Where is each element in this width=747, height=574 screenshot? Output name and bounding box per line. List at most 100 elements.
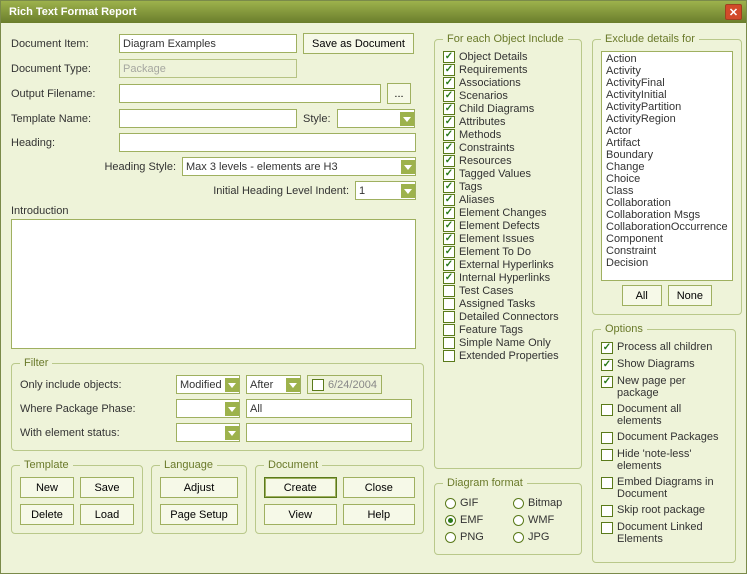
- checkbox-icon[interactable]: [443, 285, 455, 297]
- radio-icon[interactable]: [445, 498, 456, 509]
- exclude-item[interactable]: Activity: [604, 65, 730, 77]
- help-button[interactable]: Help: [343, 504, 416, 525]
- checkbox-icon[interactable]: [601, 432, 613, 444]
- checkbox-icon[interactable]: [443, 207, 455, 219]
- include-item[interactable]: Feature Tags: [443, 324, 573, 336]
- close-icon[interactable]: ✕: [725, 4, 742, 20]
- include-item[interactable]: Object Details: [443, 51, 573, 63]
- checkbox-icon[interactable]: [443, 116, 455, 128]
- checkbox-icon[interactable]: [443, 142, 455, 154]
- checkbox-icon[interactable]: [601, 477, 613, 489]
- include-item[interactable]: Simple Name Only: [443, 337, 573, 349]
- output-filename-field[interactable]: [119, 84, 381, 103]
- with-status-select[interactable]: [176, 423, 240, 442]
- include-item[interactable]: Associations: [443, 77, 573, 89]
- exclude-item[interactable]: Class: [604, 185, 730, 197]
- exclude-item[interactable]: Action: [604, 53, 730, 65]
- diagram-format-option[interactable]: EMF: [445, 514, 503, 526]
- checkbox-icon[interactable]: [443, 259, 455, 271]
- exclude-item[interactable]: Artifact: [604, 137, 730, 149]
- exclude-item[interactable]: ActivityInitial: [604, 89, 730, 101]
- close-button[interactable]: Close: [343, 477, 416, 498]
- new-button[interactable]: New: [20, 477, 74, 498]
- only-include-what-select[interactable]: Modified: [176, 375, 240, 394]
- checkbox-icon[interactable]: [443, 246, 455, 258]
- include-item[interactable]: Element Issues: [443, 233, 573, 245]
- exclude-item[interactable]: Collaboration Msgs: [604, 209, 730, 221]
- all-button[interactable]: All: [622, 285, 662, 306]
- include-item[interactable]: Tagged Values: [443, 168, 573, 180]
- checkbox-icon[interactable]: [601, 376, 613, 388]
- exclude-item[interactable]: Decision: [604, 257, 730, 269]
- include-item[interactable]: Assigned Tasks: [443, 298, 573, 310]
- checkbox-icon[interactable]: [443, 194, 455, 206]
- option-item[interactable]: Hide 'note-less' elements: [601, 448, 727, 472]
- include-item[interactable]: Element Changes: [443, 207, 573, 219]
- checkbox-icon[interactable]: [443, 51, 455, 63]
- include-item[interactable]: Extended Properties: [443, 350, 573, 362]
- option-item[interactable]: Document all elements: [601, 403, 727, 427]
- checkbox-icon[interactable]: [443, 233, 455, 245]
- checkbox-icon[interactable]: [443, 337, 455, 349]
- checkbox-icon[interactable]: [443, 103, 455, 115]
- diagram-format-option[interactable]: JPG: [513, 531, 571, 543]
- include-item[interactable]: External Hyperlinks: [443, 259, 573, 271]
- checkbox-icon[interactable]: [443, 311, 455, 323]
- view-button[interactable]: View: [264, 504, 337, 525]
- include-item[interactable]: Requirements: [443, 64, 573, 76]
- checkbox-icon[interactable]: [601, 505, 613, 517]
- radio-icon[interactable]: [513, 498, 524, 509]
- radio-icon[interactable]: [513, 515, 524, 526]
- initial-indent-select[interactable]: 1: [355, 181, 416, 200]
- option-item[interactable]: Document Linked Elements: [601, 521, 727, 545]
- checkbox-icon[interactable]: [443, 129, 455, 141]
- option-item[interactable]: Show Diagrams: [601, 358, 727, 371]
- diagram-format-option[interactable]: GIF: [445, 497, 503, 509]
- checkbox-icon[interactable]: [443, 90, 455, 102]
- where-phase-op-select[interactable]: [176, 399, 240, 418]
- exclude-item[interactable]: ActivityFinal: [604, 77, 730, 89]
- only-include-when-select[interactable]: After: [246, 375, 301, 394]
- only-include-date-field[interactable]: 6/24/2004: [307, 375, 382, 394]
- style-select[interactable]: [337, 109, 415, 128]
- exclude-item[interactable]: Choice: [604, 173, 730, 185]
- template-name-field[interactable]: [119, 109, 297, 128]
- checkbox-icon[interactable]: [443, 64, 455, 76]
- adjust-button[interactable]: Adjust: [160, 477, 238, 498]
- exclude-item[interactable]: Actor: [604, 125, 730, 137]
- save-button[interactable]: Save: [80, 477, 134, 498]
- radio-icon[interactable]: [445, 515, 456, 526]
- save-as-document-button[interactable]: Save as Document: [303, 33, 414, 54]
- checkbox-icon[interactable]: [601, 404, 613, 416]
- document-item-field[interactable]: [119, 34, 297, 53]
- diagram-format-option[interactable]: Bitmap: [513, 497, 571, 509]
- include-item[interactable]: Detailed Connectors: [443, 311, 573, 323]
- checkbox-icon[interactable]: [443, 324, 455, 336]
- option-item[interactable]: Process all children: [601, 341, 727, 354]
- with-status-field[interactable]: [246, 423, 412, 442]
- load-button[interactable]: Load: [80, 504, 134, 525]
- radio-icon[interactable]: [445, 532, 456, 543]
- include-item[interactable]: Constraints: [443, 142, 573, 154]
- none-button[interactable]: None: [668, 285, 712, 306]
- page-setup-button[interactable]: Page Setup: [160, 504, 238, 525]
- exclude-item[interactable]: Collaboration: [604, 197, 730, 209]
- include-item[interactable]: Aliases: [443, 194, 573, 206]
- checkbox-icon[interactable]: [443, 272, 455, 284]
- checkbox-icon[interactable]: [443, 220, 455, 232]
- exclude-item[interactable]: ActivityRegion: [604, 113, 730, 125]
- create-button[interactable]: Create: [264, 477, 337, 498]
- heading-field[interactable]: [119, 133, 416, 152]
- browse-button[interactable]: ...: [387, 83, 411, 104]
- include-item[interactable]: Element Defects: [443, 220, 573, 232]
- delete-button[interactable]: Delete: [20, 504, 74, 525]
- checkbox-icon[interactable]: [443, 350, 455, 362]
- exclude-item[interactable]: Change: [604, 161, 730, 173]
- exclude-listbox[interactable]: ActionActivityActivityFinalActivityIniti…: [601, 51, 733, 281]
- exclude-item[interactable]: Component: [604, 233, 730, 245]
- include-item[interactable]: Tags: [443, 181, 573, 193]
- checkbox-icon[interactable]: [601, 342, 613, 354]
- include-item[interactable]: Scenarios: [443, 90, 573, 102]
- include-item[interactable]: Element To Do: [443, 246, 573, 258]
- diagram-format-option[interactable]: PNG: [445, 531, 503, 543]
